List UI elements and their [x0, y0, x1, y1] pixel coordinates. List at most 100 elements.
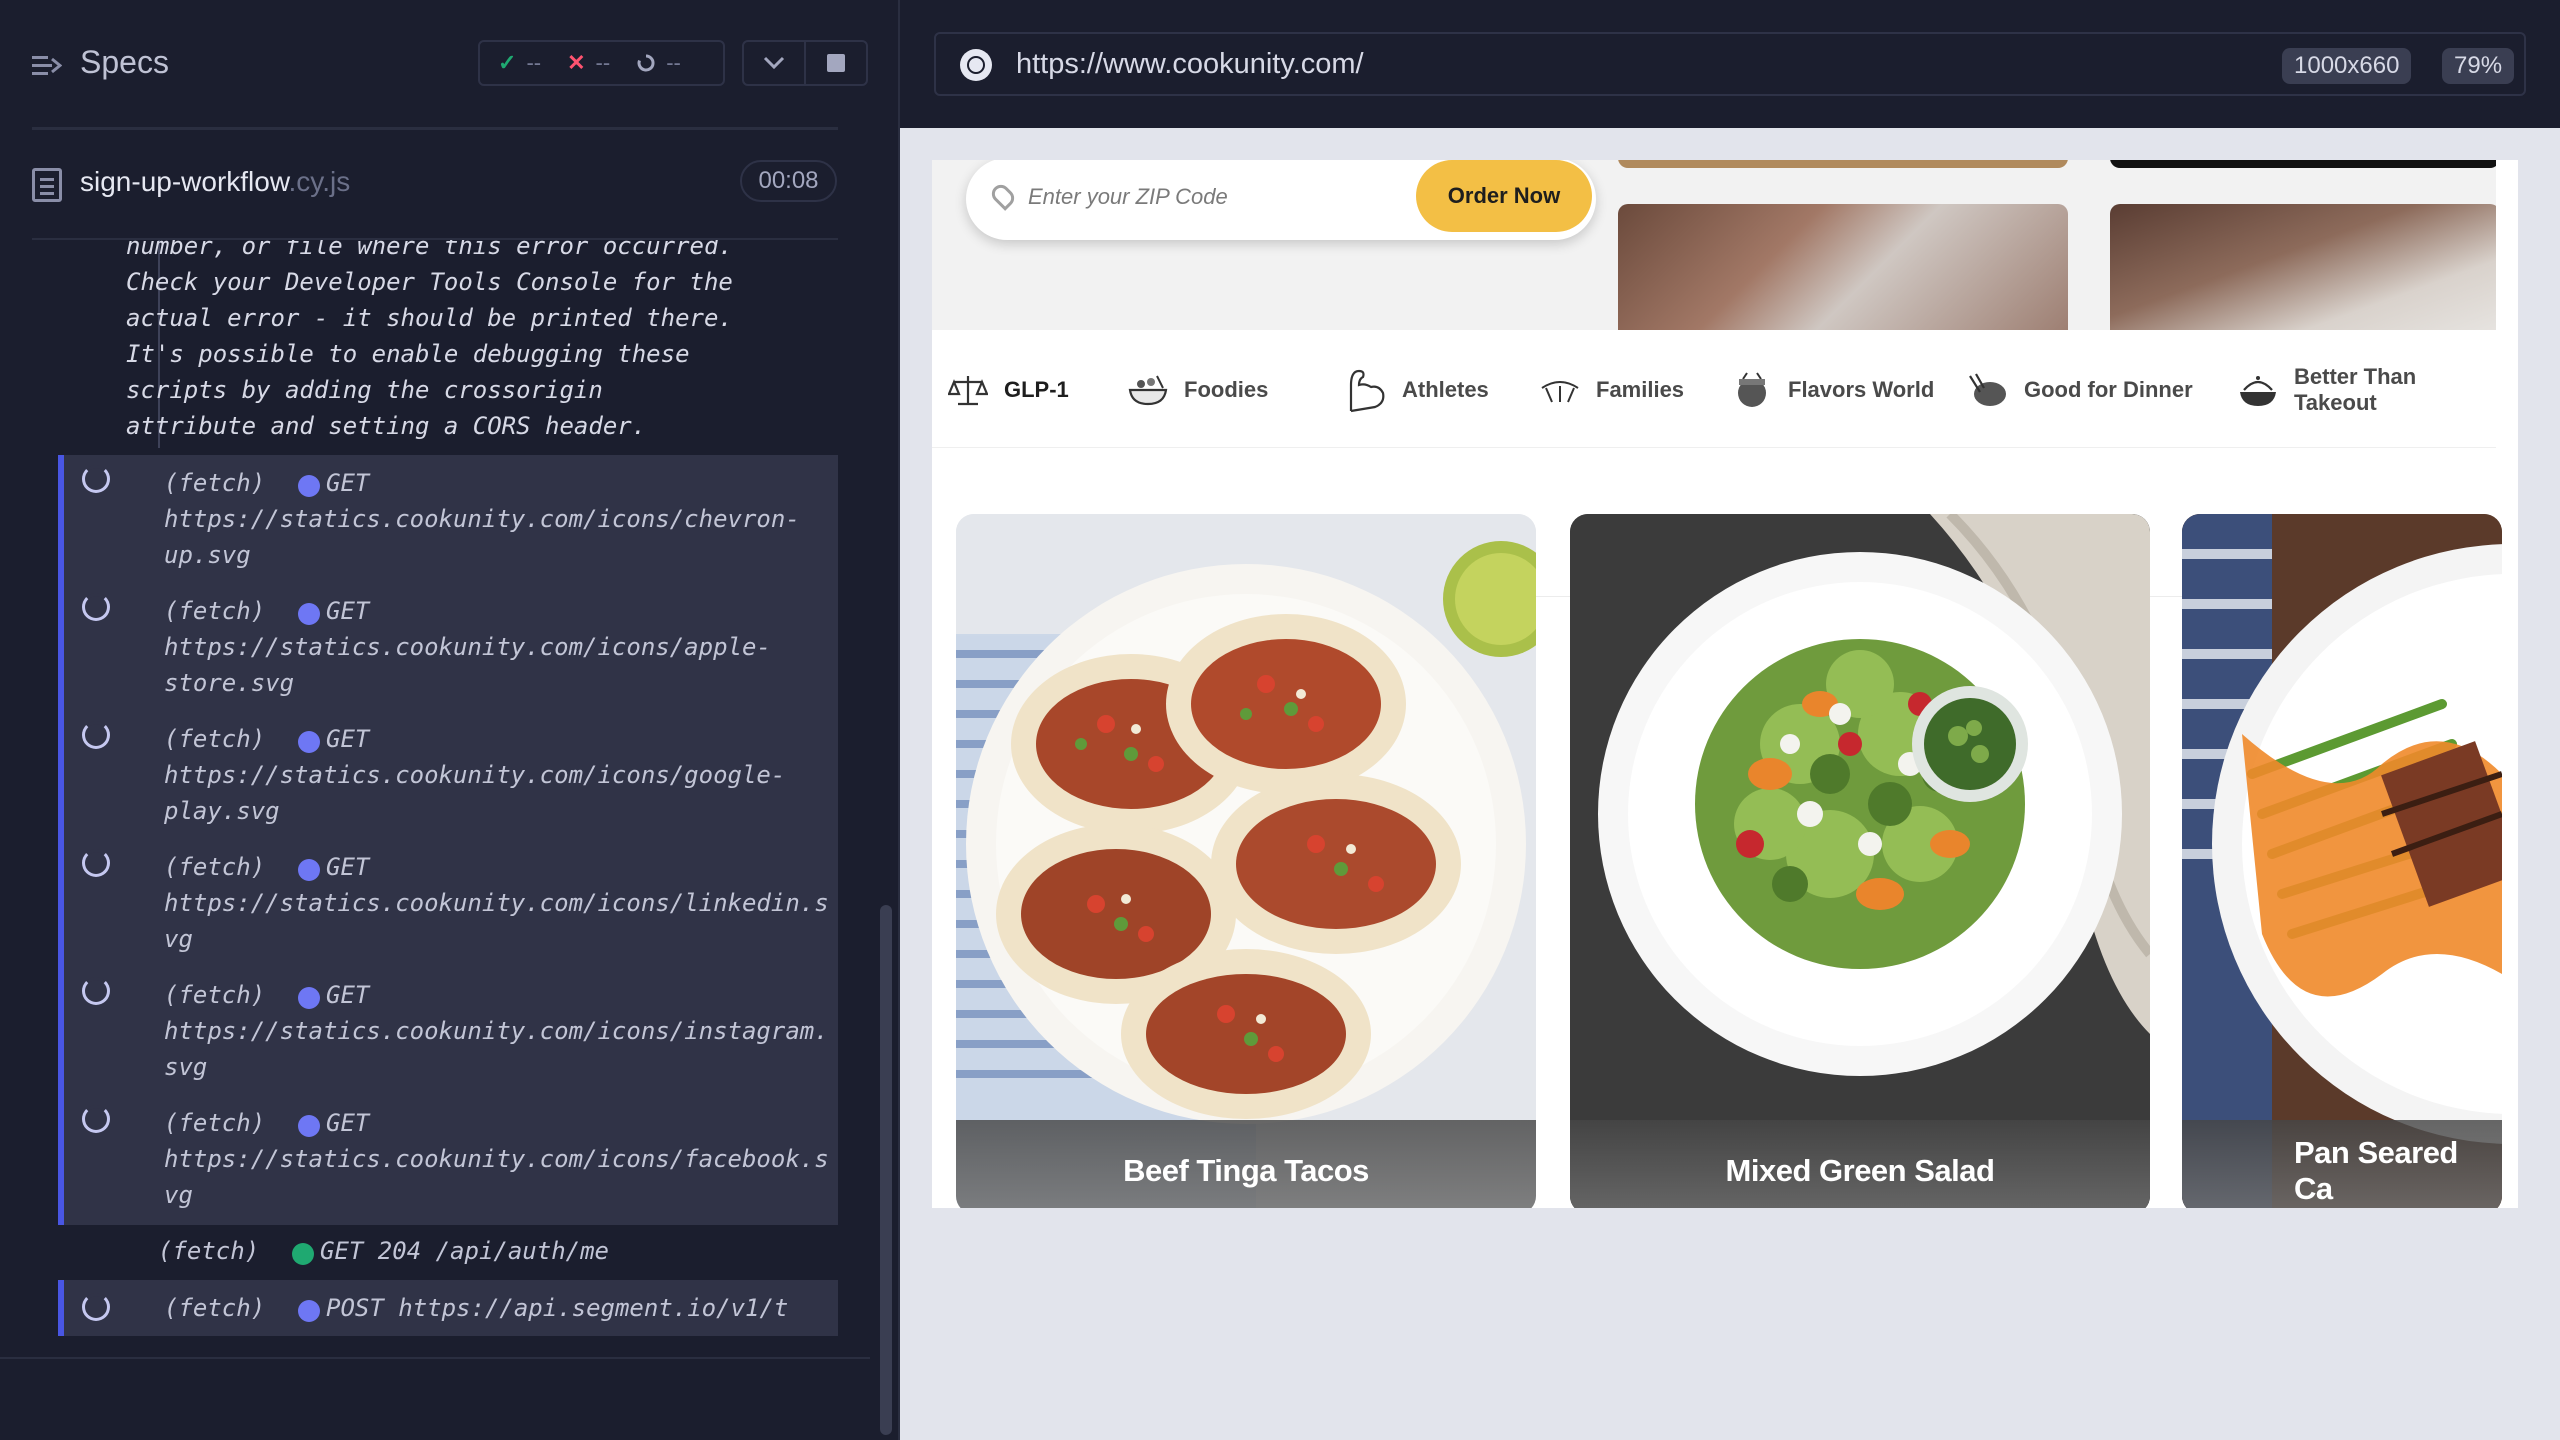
tab-glp-1[interactable]: GLP-1 [946, 362, 1069, 418]
pending-dot-icon [298, 1115, 320, 1137]
hero-section: Enter your ZIP Code Order Now [932, 160, 2496, 330]
command-log-scrollbar[interactable] [880, 905, 892, 1435]
fetch-command-list: (fetch) GET https://statics.cookunity.co… [58, 455, 838, 1225]
meal-title: Pan Seared Ca [2182, 1120, 2502, 1208]
meal-image [956, 514, 1536, 1208]
test-stats: ✓ -- ✕ -- -- [478, 40, 725, 86]
passed-count: -- [526, 50, 542, 75]
failed-count: -- [595, 50, 611, 75]
command-row[interactable]: (fetch) POST https://api.segment.io/v1/t [58, 1280, 838, 1336]
command-url: store.svg [164, 669, 295, 697]
loading-spinner-icon [82, 721, 110, 749]
meal-image [1570, 514, 2150, 1208]
tab-foodies[interactable]: Foodies [1126, 362, 1268, 418]
error-line: Check your Developer Tools Console for t… [126, 268, 733, 296]
document-icon [32, 168, 62, 202]
tab-families[interactable]: Families [1538, 362, 1684, 418]
pending-count: -- [666, 50, 681, 75]
success-dot-icon [292, 1243, 314, 1265]
zip-code-form: Enter your ZIP Code Order Now [966, 160, 1596, 240]
expand-button[interactable] [744, 42, 806, 84]
command-detail: POST https://api.segment.io/v1/t [326, 1294, 789, 1322]
meal-title: Beef Tinga Tacos [956, 1120, 1536, 1208]
tab-label: Flavors World [1788, 377, 1935, 402]
pending-spinner-icon [637, 54, 655, 72]
meal-card[interactable]: Beef Tinga Tacos [956, 514, 1536, 1208]
failed-stat: ✕ -- [567, 50, 610, 76]
chevron-down-icon [763, 56, 785, 70]
hero-food-image [1618, 204, 2068, 330]
hero-image [1618, 160, 2068, 168]
pending-dot-icon [298, 603, 320, 625]
family-icon [1538, 368, 1582, 412]
stop-icon [827, 54, 845, 72]
command-method: GET [326, 469, 370, 497]
pending-dot-icon [298, 731, 320, 753]
command-url: play.svg [164, 797, 280, 825]
meal-title: Mixed Green Salad [1570, 1120, 2150, 1208]
divider [32, 127, 838, 130]
command-url: https://statics.cookunity.com/icons/inst… [164, 1017, 829, 1045]
loading-spinner-icon [82, 593, 110, 621]
site-favicon-icon [960, 49, 992, 81]
loading-spinner-icon [82, 977, 110, 1005]
x-icon: ✕ [567, 50, 586, 75]
tab-good-for-dinner[interactable]: Good for Dinner [1966, 362, 2193, 418]
meal-card[interactable]: Pan Seared Ca [2182, 514, 2502, 1208]
error-line: scripts by adding the crossorigin [126, 376, 603, 404]
command-log: number, or file where this error occurre… [0, 240, 870, 1365]
takeout-icon [2236, 368, 2280, 412]
command-row-complete[interactable]: (fetch) GET 204 /api/auth/me [58, 1225, 838, 1279]
command-method: GET [326, 725, 370, 753]
specs-title[interactable]: Specs [80, 44, 169, 81]
zip-code-input[interactable]: Enter your ZIP Code [1028, 184, 1228, 210]
globe-food-icon [1730, 368, 1774, 412]
command-method: GET [326, 981, 370, 1009]
aut-header: https://www.cookunity.com/ 1000x660 79% [900, 0, 2560, 128]
order-now-button[interactable]: Order Now [1416, 160, 1592, 232]
spec-file-row[interactable]: sign-up-workflow.cy.js 00:08 [0, 150, 860, 240]
spec-ext-text: .cy.js [288, 166, 351, 197]
meal-image [2182, 514, 2502, 1208]
tab-label: Athletes [1402, 377, 1489, 402]
viewport-size-badge[interactable]: 1000x660 [2282, 48, 2412, 84]
zoom-badge[interactable]: 79% [2442, 48, 2515, 84]
command-detail: GET 204 /api/auth/me [320, 1237, 609, 1265]
command-url: https://statics.cookunity.com/icons/goog… [164, 761, 786, 789]
divider [0, 1357, 870, 1359]
location-pin-icon [988, 181, 1018, 211]
loading-spinner-icon [82, 465, 110, 493]
loading-spinner-icon [82, 1105, 110, 1133]
error-line: number, or file where this error occurre… [126, 240, 733, 260]
command-method: GET [326, 1109, 370, 1137]
spec-file-name: sign-up-workflow.cy.js [80, 166, 350, 198]
command-name: (fetch) [164, 981, 266, 1009]
tab-label: Better Than Takeout [2294, 364, 2417, 415]
app-under-test-panel: https://www.cookunity.com/ 1000x660 79% … [900, 0, 2560, 1440]
command-name: (fetch) [164, 469, 266, 497]
tab-label: Good for Dinner [2024, 377, 2193, 402]
pending-dot-icon [298, 859, 320, 881]
command-url: vg [164, 1181, 193, 1209]
error-line: attribute and setting a CORS header. [126, 412, 647, 440]
meal-card[interactable]: Mixed Green Salad [1570, 514, 2150, 1208]
command-name: (fetch) [164, 597, 266, 625]
url-bar[interactable]: https://www.cookunity.com/ 1000x660 79% [934, 32, 2526, 96]
command-name: (fetch) [164, 1109, 266, 1137]
passed-stat: ✓ -- [498, 50, 541, 76]
tab-athletes[interactable]: Athletes [1344, 362, 1489, 418]
specs-list-icon[interactable] [30, 50, 62, 82]
tab-better-than-takeout[interactable]: Better Than Takeout [2236, 362, 2496, 418]
tab-flavors-world[interactable]: Flavors World [1730, 362, 1934, 418]
command-url: https://statics.cookunity.com/icons/face… [164, 1145, 829, 1173]
check-icon: ✓ [498, 50, 517, 75]
command-method: GET [326, 853, 370, 881]
command-method: GET [326, 597, 370, 625]
dinner-icon [1966, 368, 2010, 412]
command-url: https://statics.cookunity.com/icons/link… [164, 889, 829, 917]
command-url: up.svg [164, 541, 251, 569]
stop-button[interactable] [806, 42, 866, 84]
command-url: svg [164, 1053, 208, 1081]
command-url: https://statics.cookunity.com/icons/appl… [164, 633, 771, 661]
tab-label: GLP-1 [1004, 377, 1069, 402]
